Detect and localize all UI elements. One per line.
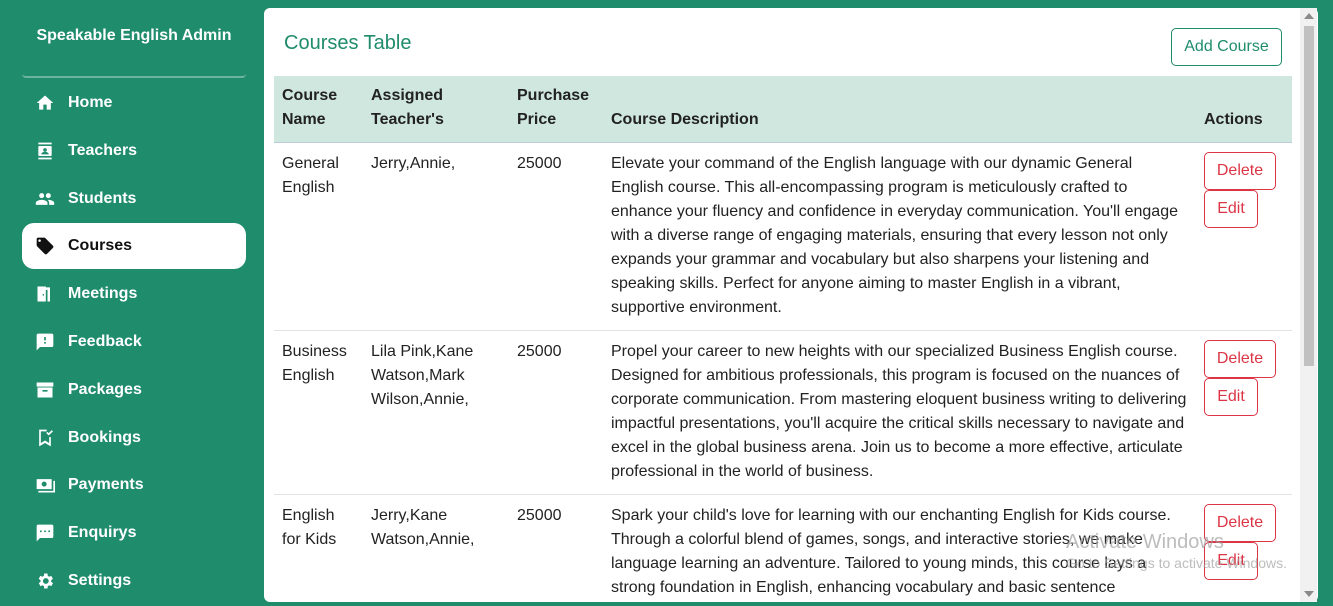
table-row: Business English Lila Pink,Kane Watson,M…	[274, 330, 1292, 495]
chat-icon	[34, 522, 56, 544]
sidebar-item-settings[interactable]: Settings	[22, 558, 246, 604]
tag-icon	[34, 235, 56, 257]
add-course-button[interactable]: Add Course	[1171, 28, 1282, 66]
brand-title: Speakable English Admin	[22, 24, 246, 78]
header-assigned-teachers: Assigned Teacher's	[363, 76, 509, 143]
students-icon	[34, 188, 56, 210]
sidebar-item-payments[interactable]: Payments	[22, 462, 246, 508]
sidebar-item-label: Meetings	[68, 285, 138, 303]
cell-course-name: Business English	[274, 330, 363, 495]
edit-button[interactable]: Edit	[1204, 378, 1258, 416]
sidebar-nav: Home Teachers Students Courses Meetings …	[22, 80, 246, 606]
delete-button[interactable]: Delete	[1204, 340, 1276, 378]
sidebar-item-feedback[interactable]: Feedback	[22, 319, 246, 365]
sidebar-item-courses[interactable]: Courses	[22, 223, 246, 270]
watermark-subtitle: Go to Settings to activate Windows.	[1066, 555, 1287, 571]
sidebar-item-label: Settings	[68, 571, 132, 589]
delete-button[interactable]: Delete	[1204, 152, 1276, 190]
teacher-icon	[34, 140, 56, 162]
sidebar-item-enquirys[interactable]: Enquirys	[22, 510, 246, 556]
table-header-row: Course Name Assigned Teacher's Purchase …	[274, 76, 1292, 143]
sidebar-item-label: Bookings	[68, 428, 141, 446]
header-actions: Actions	[1196, 76, 1292, 143]
activate-windows-watermark: Activate Windows Go to Settings to activ…	[1066, 530, 1287, 572]
watermark-title: Activate Windows	[1066, 531, 1224, 553]
main-panel: Courses Table Add Course Course Name Ass…	[264, 8, 1318, 602]
feedback-icon	[34, 331, 56, 353]
sidebar-item-bookings[interactable]: Bookings	[22, 415, 246, 461]
sidebar-item-meetings[interactable]: Meetings	[22, 271, 246, 317]
header-purchase-price: Purchase Price	[509, 76, 603, 143]
home-icon	[34, 92, 56, 114]
cell-description: Propel your career to new heights with o…	[603, 330, 1196, 495]
sidebar-item-label: Feedback	[68, 332, 142, 350]
gear-icon	[34, 570, 56, 592]
header-course-description: Course Description	[603, 76, 1196, 143]
cell-teachers: Jerry,Annie,	[363, 142, 509, 331]
scroll-up-arrow-icon[interactable]	[1304, 13, 1314, 19]
sidebar: Speakable English Admin Home Teachers St…	[8, 8, 256, 606]
cell-description: Elevate your command of the English lang…	[603, 142, 1196, 331]
cell-course-name: General English	[274, 142, 363, 331]
sidebar-item-home[interactable]: Home	[22, 80, 246, 126]
cell-price: 25000	[509, 330, 603, 495]
sidebar-item-students[interactable]: Students	[22, 176, 246, 222]
cell-price: 25000	[509, 494, 603, 602]
courses-table: Course Name Assigned Teacher's Purchase …	[274, 76, 1292, 602]
scroll-down-arrow-icon[interactable]	[1304, 591, 1314, 597]
cell-actions: Delete Edit	[1196, 142, 1292, 331]
cell-teachers: Jerry,Kane Watson,Annie,	[363, 494, 509, 602]
edit-button[interactable]: Edit	[1204, 190, 1258, 228]
cell-teachers: Lila Pink,Kane Watson,Mark Wilson,Annie,	[363, 330, 509, 495]
sidebar-item-label: Packages	[68, 380, 142, 398]
sidebar-item-label: Teachers	[68, 141, 138, 159]
sidebar-item-label: Home	[68, 94, 113, 111]
sidebar-item-label: Students	[68, 189, 137, 207]
table-row: General English Jerry,Annie, 25000 Eleva…	[274, 142, 1292, 331]
scroll-thumb[interactable]	[1304, 26, 1314, 366]
cell-price: 25000	[509, 142, 603, 331]
sidebar-item-label: Payments	[68, 476, 144, 494]
door-icon	[34, 283, 56, 305]
cell-course-name: English for Kids	[274, 494, 363, 602]
sidebar-item-label: Courses	[68, 237, 133, 255]
vertical-scrollbar[interactable]	[1300, 8, 1317, 602]
payment-icon	[34, 474, 56, 496]
page-title: Courses Table	[284, 32, 412, 54]
archive-icon	[34, 379, 56, 401]
cell-actions: Delete Edit	[1196, 330, 1292, 495]
sidebar-item-label: Enquirys	[68, 524, 137, 542]
header-course-name: Course Name	[274, 76, 363, 143]
bookmark-check-icon	[34, 427, 56, 449]
sidebar-item-teachers[interactable]: Teachers	[22, 128, 246, 174]
sidebar-item-packages[interactable]: Packages	[22, 367, 246, 413]
